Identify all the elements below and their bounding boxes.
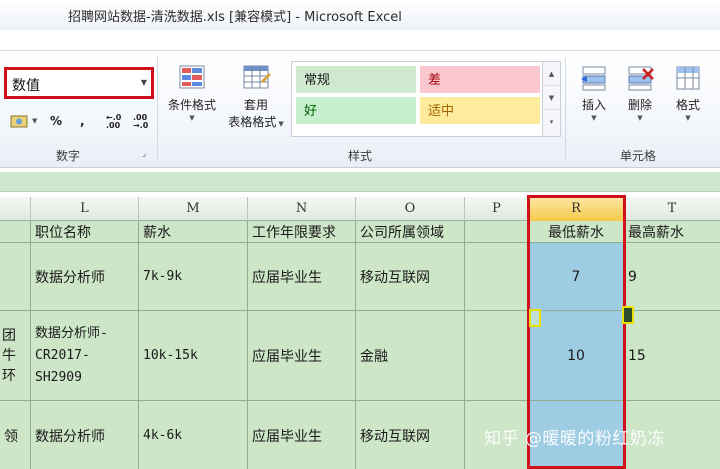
group-separator — [157, 57, 158, 161]
cell-header-p[interactable] — [465, 221, 529, 242]
chevron-down-icon: ▼ — [189, 114, 195, 122]
dialog-launcher-icon[interactable]: ⌟ — [142, 149, 146, 159]
chevron-down-icon: ▼ — [685, 114, 691, 122]
table-format-label-2-text: 表格格式 — [228, 115, 277, 129]
cell-header-salary[interactable]: 薪水 — [139, 221, 248, 242]
cell-experience[interactable]: 应届毕业生 — [248, 243, 356, 310]
ribbon: 数值 ▼ ▼ % , ←.0 .00 .00 →.0 数字 ⌟ 条件格式 ▼ 套… — [0, 50, 720, 168]
window-title: 招聘网站数据-清洗数据.xls [兼容模式] - Microsoft Excel — [68, 10, 402, 25]
table-format-label-1: 套用 — [243, 98, 268, 112]
table-row: 团 牛 环 数据分析师- CR2017- SH2909 10k-15k 应届毕业… — [0, 311, 720, 401]
cell-header-industry[interactable]: 公司所属领域 — [356, 221, 465, 242]
format-button[interactable]: 格式 ▼ — [666, 63, 710, 122]
style-bad[interactable]: 差 — [420, 66, 540, 93]
column-header-prev[interactable] — [0, 197, 31, 221]
style-normal[interactable]: 常规 — [296, 66, 416, 93]
cell-industry[interactable]: 金融 — [356, 311, 465, 400]
insert-cells-icon — [581, 66, 606, 91]
comma-style-button[interactable]: , — [80, 111, 85, 131]
cell-min-salary[interactable]: 10 — [529, 311, 624, 400]
gallery-more-icon[interactable]: ▾ — [543, 110, 560, 134]
cell-header-experience[interactable]: 工作年限要求 — [248, 221, 356, 242]
delete-label: 删除 — [627, 98, 652, 112]
cell-header-max-salary[interactable]: 最高薪水 — [624, 221, 720, 242]
cell-industry[interactable]: 移动互联网 — [356, 401, 465, 469]
cell-max-salary[interactable]: 15 — [624, 311, 720, 400]
conditional-format-button[interactable]: 条件格式 ▼ — [160, 63, 224, 122]
cell-salary[interactable]: 7k-9k — [139, 243, 248, 310]
scroll-down-icon[interactable]: ▼ — [543, 86, 560, 110]
column-header-o[interactable]: O — [356, 197, 465, 221]
cell-header-job-title[interactable]: 职位名称 — [31, 221, 139, 242]
cells-group-label: 单元格 — [620, 149, 657, 163]
table-format-label-2: 表格格式 ▼ — [222, 114, 290, 133]
table-row: 职位名称 薪水 工作年限要求 公司所属领域 最低薪水 最高薪水 — [0, 221, 720, 243]
styles-group-label: 样式 — [348, 149, 373, 163]
increase-decimal-button[interactable]: ←.0 .00 — [106, 112, 121, 132]
format-as-table-button[interactable]: 套用 表格格式 ▼ — [222, 63, 290, 133]
conditional-format-label: 条件格式 — [167, 98, 216, 112]
cell-fragment[interactable]: 领 — [0, 401, 31, 469]
delete-cells-icon — [628, 66, 654, 91]
currency-icon — [10, 115, 28, 128]
gallery-scroll[interactable]: ▲ ▼ ▾ — [542, 62, 560, 136]
style-good[interactable]: 好 — [296, 97, 416, 124]
table-format-icon — [243, 65, 271, 89]
format-cells-icon — [676, 66, 700, 90]
error-indicator-marker — [622, 306, 634, 324]
title-bar: 招聘网站数据-清洗数据.xls [兼容模式] - Microsoft Excel — [0, 0, 720, 30]
column-header-r[interactable]: R — [529, 197, 624, 221]
cell-header-min-salary[interactable]: 最低薪水 — [529, 221, 624, 242]
cell[interactable] — [0, 221, 31, 242]
cell-min-salary[interactable]: 7 — [529, 243, 624, 310]
column-header-p[interactable]: P — [465, 197, 529, 221]
cell-p[interactable] — [465, 243, 529, 310]
number-format-value: 数值 — [12, 78, 40, 94]
style-neutral[interactable]: 适中 — [420, 97, 540, 124]
format-label: 格式 — [675, 98, 700, 112]
column-headers: L M N O P R T — [0, 197, 720, 221]
cell-job-title[interactable]: 数据分析师 — [31, 243, 139, 310]
cell-salary[interactable]: 4k-6k — [139, 401, 248, 469]
column-header-l[interactable]: L — [31, 197, 139, 221]
cell-experience[interactable]: 应届毕业生 — [248, 401, 356, 469]
excel-window: 招聘网站数据-清洗数据.xls [兼容模式] - Microsoft Excel… — [0, 0, 720, 469]
percent-style-button[interactable]: % — [50, 111, 62, 131]
column-header-t[interactable]: T — [624, 197, 720, 221]
watermark: 知乎 @暖暖的粉红奶冻 — [484, 429, 665, 449]
cell-fragment[interactable]: 团 牛 环 — [0, 311, 31, 400]
chevron-down-icon: ▼ — [32, 117, 38, 125]
cell-job-title[interactable]: 数据分析师- CR2017- SH2909 — [31, 311, 139, 400]
chevron-down-icon: ▼ — [276, 120, 284, 128]
table-row: 数据分析师 7k-9k 应届毕业生 移动互联网 7 9 — [0, 243, 720, 311]
cell-job-title[interactable]: 数据分析师 — [31, 401, 139, 469]
chevron-down-icon: ▼ — [140, 78, 147, 87]
cell-max-salary[interactable]: 9 — [624, 243, 720, 310]
insert-label: 插入 — [581, 98, 606, 112]
column-header-n[interactable]: N — [248, 197, 356, 221]
cell-experience[interactable]: 应届毕业生 — [248, 311, 356, 400]
formula-bar[interactable] — [0, 172, 720, 192]
insert-button[interactable]: 插入 ▼ — [572, 63, 616, 122]
number-group-label: 数字 — [56, 149, 81, 163]
accounting-format-button[interactable]: ▼ — [10, 111, 37, 131]
decrease-decimal-button[interactable]: .00 →.0 — [133, 112, 148, 132]
scroll-up-icon[interactable]: ▲ — [543, 62, 560, 86]
cell-salary[interactable]: 10k-15k — [139, 311, 248, 400]
conditional-format-icon — [179, 65, 205, 89]
chevron-down-icon: ▼ — [591, 114, 597, 122]
delete-button[interactable]: 删除 ▼ — [618, 63, 662, 122]
error-indicator-marker — [529, 309, 541, 327]
number-format-dropdown[interactable]: 数值 ▼ — [4, 67, 154, 99]
cell-styles-gallery: 常规 差 好 适中 ▲ ▼ ▾ — [291, 61, 561, 137]
group-separator — [565, 57, 566, 161]
column-header-m[interactable]: M — [139, 197, 248, 221]
chevron-down-icon: ▼ — [637, 114, 643, 122]
cell-industry[interactable]: 移动互联网 — [356, 243, 465, 310]
cell-fragment[interactable] — [0, 243, 31, 310]
cell-p[interactable] — [465, 311, 529, 400]
